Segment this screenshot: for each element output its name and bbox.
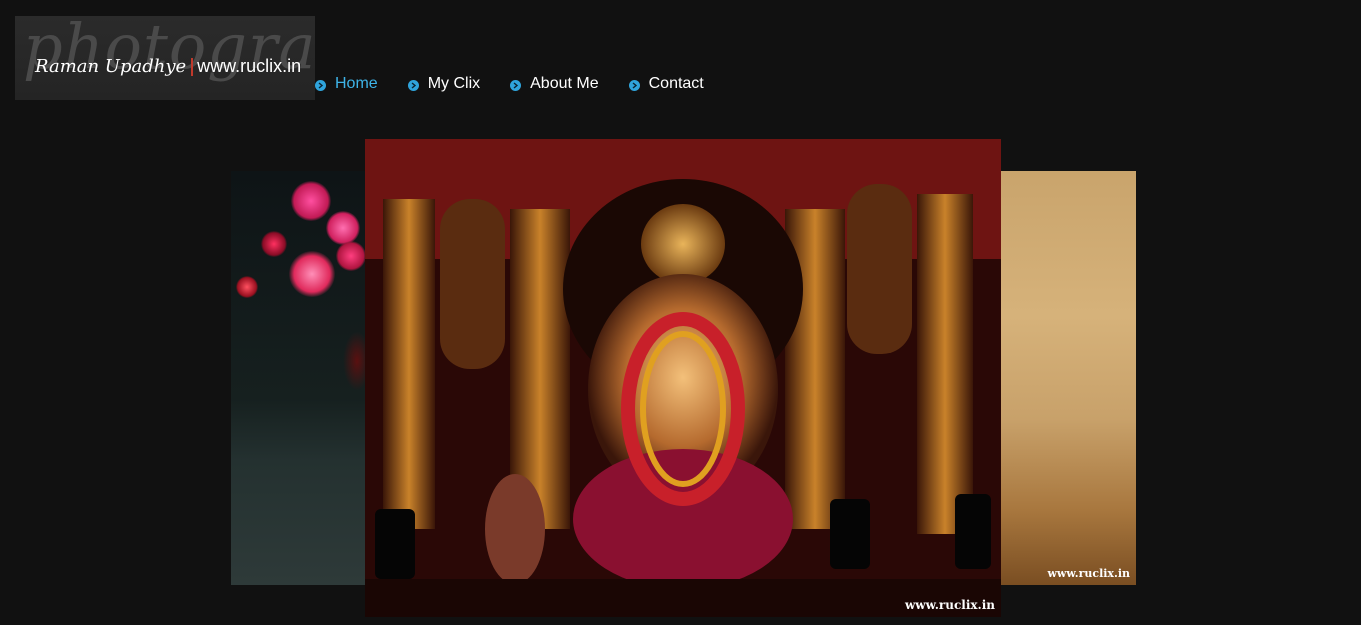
main-nav: Home My Clix About Me Contact xyxy=(315,75,734,93)
nav-item-contact[interactable]: Contact xyxy=(628,75,704,93)
logo-url: www.ruclix.in xyxy=(197,56,302,76)
slide-previous[interactable] xyxy=(231,171,371,585)
chevron-right-icon xyxy=(628,79,640,91)
chevron-right-icon xyxy=(407,79,419,91)
bokeh-light xyxy=(289,251,335,297)
nav-item-home[interactable]: Home xyxy=(315,75,378,93)
logo-text: Raman Upadhye www.ruclix.in xyxy=(35,56,301,77)
slide-next[interactable]: www.ruclix.in xyxy=(1000,171,1136,585)
nav-item-label: About Me xyxy=(530,75,599,92)
ganesha-photo xyxy=(365,139,1001,617)
page: photography Raman Upadhye www.ruclix.in … xyxy=(0,0,1361,625)
logo-owner-name: Raman Upadhye xyxy=(35,56,187,77)
chevron-right-icon xyxy=(315,79,326,91)
bokeh-light xyxy=(336,241,366,271)
bokeh-light xyxy=(291,181,331,221)
nav-item-label: Contact xyxy=(648,75,704,92)
site-logo[interactable]: photography Raman Upadhye www.ruclix.in xyxy=(15,16,315,100)
nav-item-label: My Clix xyxy=(427,75,481,92)
bokeh-light xyxy=(236,276,258,298)
bokeh-light xyxy=(326,211,360,245)
slide-current[interactable]: www.ruclix.in xyxy=(365,139,1001,617)
slide-watermark: www.ruclix.in xyxy=(1047,567,1130,580)
nav-item-my-clix[interactable]: My Clix xyxy=(407,75,481,93)
nav-item-about-me[interactable]: About Me xyxy=(510,75,599,93)
chevron-right-icon xyxy=(510,79,522,91)
bokeh-light xyxy=(261,231,287,257)
logo-separator xyxy=(191,57,194,76)
nav-item-label: Home xyxy=(335,75,378,92)
slide-watermark: www.ruclix.in xyxy=(904,598,995,612)
